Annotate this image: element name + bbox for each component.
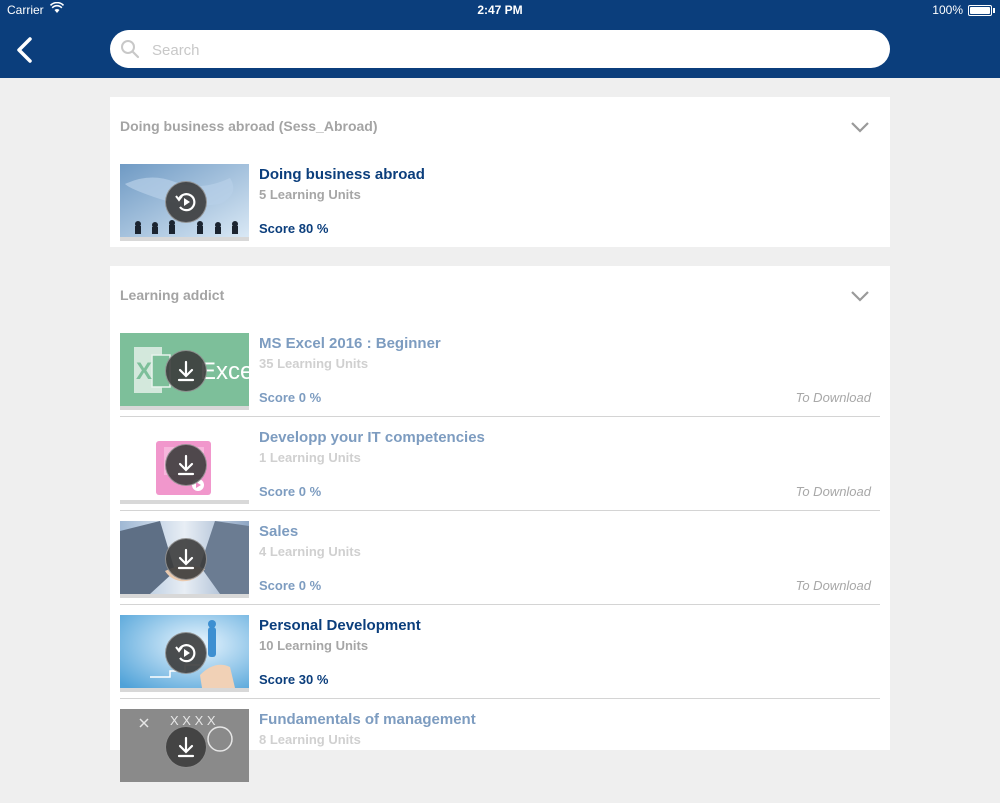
list-item[interactable]: X Excel MS Excel 2016 : Beginner 35 Lear… — [120, 333, 880, 427]
download-icon[interactable] — [165, 538, 207, 580]
resume-icon[interactable] — [165, 181, 207, 223]
excel-logo-letter: X — [136, 358, 152, 385]
divider — [120, 416, 880, 417]
search-bar[interactable] — [110, 30, 890, 70]
thumbnail-progress — [120, 237, 249, 241]
list-item[interactable]: Doing business abroad 5 Learning Units S… — [120, 164, 880, 258]
course-units: 8 Learning Units — [259, 732, 361, 747]
list-item[interactable]: X X X X Fundamentals of management 8 Lea… — [120, 709, 880, 803]
download-status: To Download — [795, 390, 871, 405]
thumbnail-progress — [120, 406, 249, 410]
section-card: Learning addict X Excel MS Excel 2016 : … — [110, 266, 890, 782]
chevron-left-icon — [17, 37, 32, 63]
course-title: Sales — [259, 523, 299, 540]
divider — [120, 604, 880, 605]
list-item[interactable]: Developp your IT competencies 1 Learning… — [120, 427, 880, 521]
section-title: Doing business abroad (Sess_Abroad) — [120, 118, 378, 134]
section-title: Learning addict — [120, 287, 225, 303]
course-score: Score 0 % — [259, 390, 322, 405]
status-time: 2:47 PM — [477, 3, 523, 17]
battery-percent: 100% — [932, 3, 963, 17]
divider — [120, 698, 880, 699]
section-header[interactable]: Doing business abroad (Sess_Abroad) — [110, 97, 890, 155]
download-icon[interactable] — [165, 444, 207, 486]
course-score: Score 0 % — [259, 484, 322, 499]
download-icon[interactable] — [165, 350, 207, 392]
course-title: Developp your IT competencies — [259, 429, 485, 446]
app-header: Carrier 2:47 PM 100% — [0, 0, 1000, 78]
course-title: MS Excel 2016 : Beginner — [259, 335, 441, 352]
back-button[interactable] — [12, 35, 40, 65]
resume-icon[interactable] — [165, 632, 207, 674]
course-units: 1 Learning Units — [259, 450, 361, 465]
course-units: 10 Learning Units — [259, 638, 369, 653]
divider — [120, 510, 880, 511]
thumbnail-progress — [120, 500, 249, 504]
section-card: Doing business abroad (Sess_Abroad) Doin… — [110, 97, 890, 247]
course-score: Score 0 % — [259, 578, 322, 593]
list-item[interactable]: Sales 4 Learning Units Score 0 % To Down… — [120, 521, 880, 615]
list-item[interactable]: Personal Development 10 Learning Units S… — [120, 615, 880, 709]
course-units: 4 Learning Units — [259, 544, 361, 559]
chevron-down-icon[interactable] — [850, 290, 870, 302]
battery-icon — [968, 5, 995, 16]
chevron-down-icon[interactable] — [850, 121, 870, 133]
course-title: Fundamentals of management — [259, 711, 476, 728]
course-score: Score 30 % — [259, 672, 329, 687]
course-units: 5 Learning Units — [259, 187, 361, 202]
course-title: Personal Development — [259, 617, 421, 634]
thumbnail-progress — [120, 688, 249, 692]
course-score: Score 80 % — [259, 221, 329, 236]
course-units: 35 Learning Units — [259, 356, 369, 371]
excel-logo-text: Excel — [200, 358, 249, 385]
course-title: Doing business abroad — [259, 166, 425, 183]
thumbnail-marks: X X X X — [170, 713, 216, 728]
download-status: To Download — [795, 578, 871, 593]
status-bar: Carrier 2:47 PM 100% — [0, 0, 1000, 20]
download-status: To Download — [795, 484, 871, 499]
section-header[interactable]: Learning addict — [110, 266, 890, 324]
search-input[interactable] — [150, 30, 874, 70]
search-icon — [120, 39, 140, 64]
thumbnail-progress — [120, 594, 249, 598]
download-icon[interactable] — [165, 726, 207, 768]
